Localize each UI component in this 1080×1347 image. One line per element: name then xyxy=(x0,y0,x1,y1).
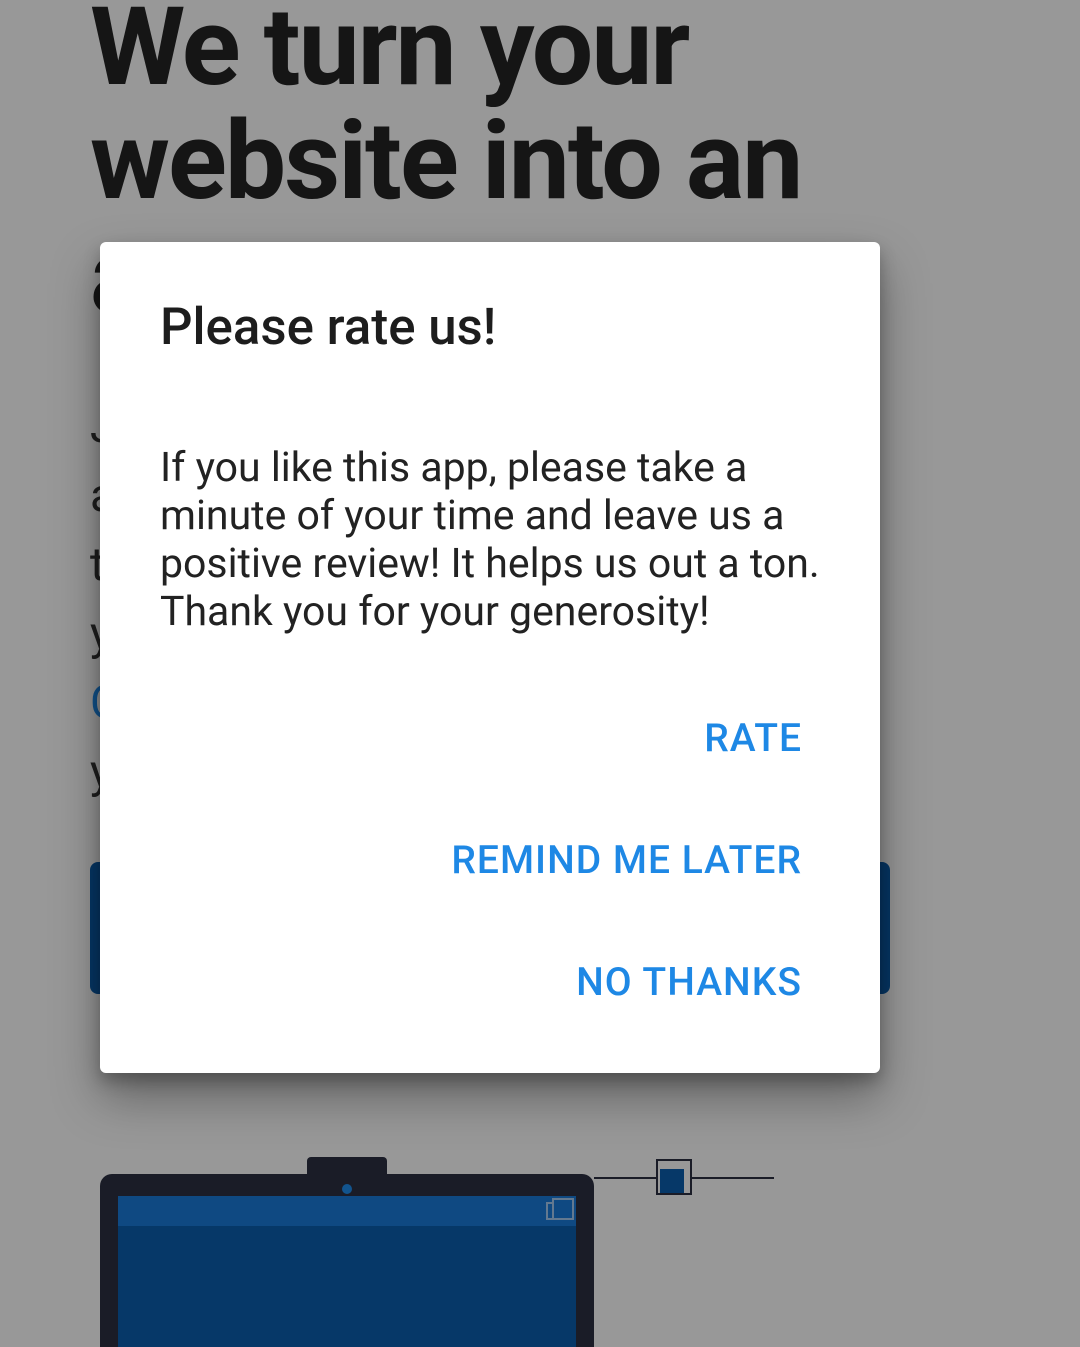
remind-later-button[interactable]: REMIND ME LATER xyxy=(433,799,820,921)
rate-us-dialog: Please rate us! If you like this app, pl… xyxy=(100,242,880,1073)
dialog-body-text: If you like this app, please take a minu… xyxy=(160,445,820,637)
dialog-title: Please rate us! xyxy=(160,298,820,357)
dialog-actions: RATE REMIND ME LATER NO THANKS xyxy=(160,677,820,1043)
rate-button[interactable]: RATE xyxy=(686,677,820,799)
no-thanks-button[interactable]: NO THANKS xyxy=(558,921,820,1043)
